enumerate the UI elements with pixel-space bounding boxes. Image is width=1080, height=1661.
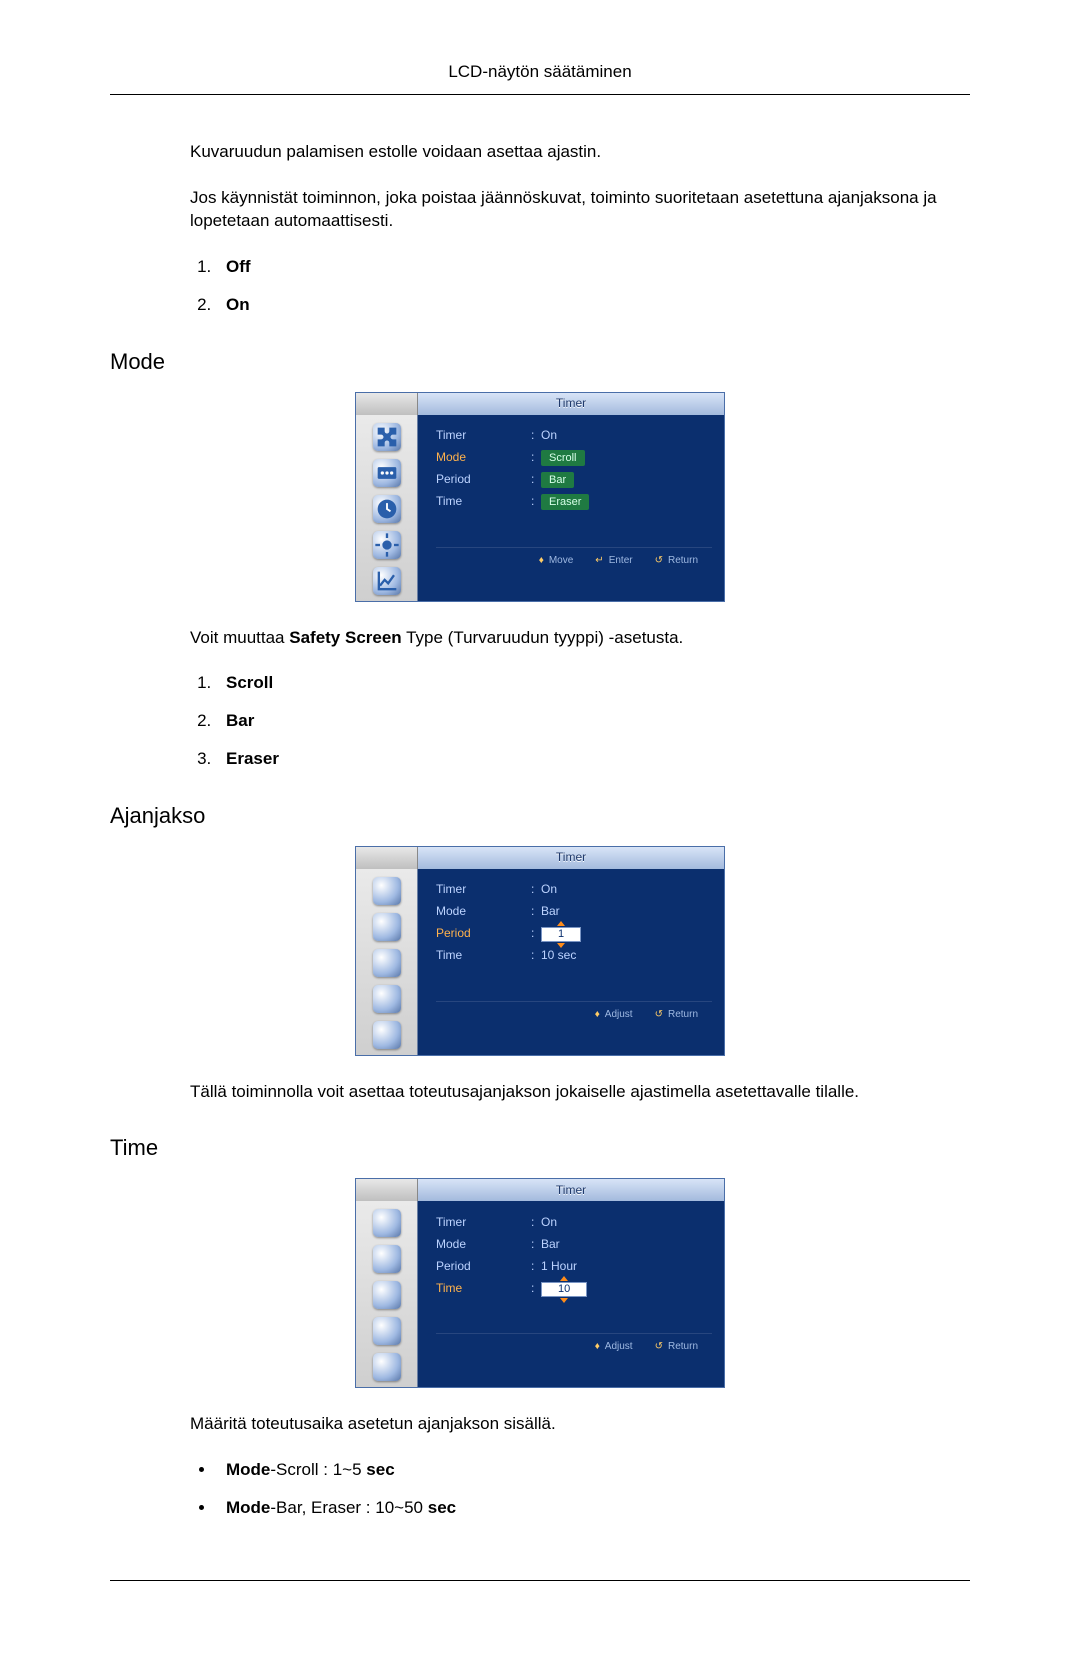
mode-osd-wrap: Timer Timer : On Mode : bbox=[110, 392, 970, 602]
intro-list: Off On bbox=[190, 255, 970, 317]
chevron-up-icon[interactable] bbox=[560, 1276, 568, 1281]
mode-list-item: Scroll bbox=[226, 673, 273, 692]
ajanjakso-after-para: Tällä toiminnolla voit asettaa toteutusa… bbox=[190, 1080, 970, 1104]
footer-return: Return bbox=[668, 1340, 698, 1354]
time-bullets: Mode-Scroll : 1~5 sec Mode-Bar, Eraser :… bbox=[190, 1458, 970, 1520]
time-heading: Time bbox=[110, 1133, 970, 1164]
intro-p1: Kuvaruudun palamisen estolle voidaan ase… bbox=[190, 140, 970, 164]
enter-icon: ↵ bbox=[595, 554, 603, 568]
osd-panel: Timer Timer : On Mode : bbox=[355, 392, 725, 602]
puzzle-icon[interactable] bbox=[373, 877, 401, 905]
osd-label-mode[interactable]: Mode bbox=[436, 449, 531, 466]
input-icon[interactable] bbox=[373, 459, 401, 487]
ajanjakso-heading: Ajanjakso bbox=[110, 801, 970, 832]
osd-sidebar bbox=[356, 415, 418, 601]
mode-list: Scroll Bar Eraser bbox=[190, 671, 970, 770]
footer-enter: Enter bbox=[609, 554, 633, 568]
time-spinner[interactable]: 10 bbox=[541, 1282, 587, 1297]
osd-footer: ♦ Move ↵ Enter ↺ Return bbox=[436, 547, 712, 576]
osd-value-mode: Bar bbox=[541, 903, 712, 920]
osd-label-timer: Timer bbox=[436, 1214, 531, 1231]
chart-icon[interactable] bbox=[373, 1353, 401, 1381]
mode-after-para: Voit muuttaa Safety Screen Type (Turvaru… bbox=[190, 626, 970, 650]
osd-label-timer: Timer bbox=[436, 881, 531, 898]
footer-adjust: Adjust bbox=[605, 1340, 633, 1354]
puzzle-icon[interactable] bbox=[373, 1209, 401, 1237]
return-icon: ↺ bbox=[655, 1008, 663, 1022]
mode-heading: Mode bbox=[110, 347, 970, 378]
osd-label-time: Time bbox=[436, 493, 531, 510]
input-icon[interactable] bbox=[373, 913, 401, 941]
osd-value-timer: On bbox=[541, 427, 712, 444]
osd-label-mode: Mode bbox=[436, 903, 531, 920]
return-icon: ↺ bbox=[655, 1340, 663, 1354]
clock-icon[interactable] bbox=[373, 949, 401, 977]
osd-label-period[interactable]: Period bbox=[436, 925, 531, 942]
mode-list-item: Eraser bbox=[226, 749, 279, 768]
gear-icon[interactable] bbox=[373, 531, 401, 559]
osd-panel: Timer Timer:On Mode:Bar Period: 1 bbox=[355, 846, 725, 1056]
footer-move: Move bbox=[549, 554, 573, 568]
osd-value-timer: On bbox=[541, 1214, 712, 1231]
osd-sidebar bbox=[356, 869, 418, 1055]
osd-value-time: 10 sec bbox=[541, 947, 712, 964]
osd-label-time: Time bbox=[436, 947, 531, 964]
period-spinner[interactable]: 1 bbox=[541, 927, 581, 942]
mode-list-item: Bar bbox=[226, 711, 254, 730]
osd-label-mode: Mode bbox=[436, 1236, 531, 1253]
chevron-up-icon[interactable] bbox=[557, 921, 565, 926]
osd-sidebar bbox=[356, 1201, 418, 1387]
ajanjakso-osd-wrap: Timer Timer:On Mode:Bar Period: 1 bbox=[110, 846, 970, 1056]
osd-title: Timer bbox=[418, 1179, 724, 1201]
clock-icon[interactable] bbox=[373, 1281, 401, 1309]
time-bullet-item: Mode-Scroll : 1~5 sec bbox=[216, 1458, 970, 1482]
chevron-down-icon[interactable] bbox=[560, 1298, 568, 1303]
bottom-rule bbox=[110, 1580, 970, 1581]
footer-return: Return bbox=[668, 1008, 698, 1022]
osd-label-period: Period bbox=[436, 1258, 531, 1275]
osd-titlebar: Timer bbox=[356, 393, 724, 415]
intro-list-item: On bbox=[226, 295, 250, 314]
osd-label-period: Period bbox=[436, 471, 531, 488]
osd-option-eraser[interactable]: Eraser bbox=[541, 494, 589, 510]
gear-icon[interactable] bbox=[373, 1317, 401, 1345]
chart-icon[interactable] bbox=[373, 567, 401, 595]
time-bullet-item: Mode-Bar, Eraser : 10~50 sec bbox=[216, 1496, 970, 1520]
time-after-para: Määritä toteutusaika asetetun ajanjakson… bbox=[190, 1412, 970, 1436]
updown-icon: ♦ bbox=[595, 1008, 600, 1022]
gear-icon[interactable] bbox=[373, 985, 401, 1013]
page-title: LCD-näytön säätäminen bbox=[110, 60, 970, 95]
time-osd-wrap: Timer Timer:On Mode:Bar Period:1 Hour Ti… bbox=[110, 1178, 970, 1388]
updown-icon: ♦ bbox=[595, 1340, 600, 1354]
chart-icon[interactable] bbox=[373, 1021, 401, 1049]
chevron-down-icon[interactable] bbox=[557, 943, 565, 948]
input-icon[interactable] bbox=[373, 1245, 401, 1273]
updown-icon: ♦ bbox=[539, 554, 544, 568]
clock-icon[interactable] bbox=[373, 495, 401, 523]
intro-p2: Jos käynnistät toiminnon, joka poistaa j… bbox=[190, 186, 970, 234]
footer-return: Return bbox=[668, 554, 698, 568]
footer-adjust: Adjust bbox=[605, 1008, 633, 1022]
body-content: Kuvaruudun palamisen estolle voidaan ase… bbox=[110, 140, 970, 317]
osd-value-period: 1 Hour bbox=[541, 1258, 712, 1275]
osd-label-time[interactable]: Time bbox=[436, 1280, 531, 1297]
osd-panel: Timer Timer:On Mode:Bar Period:1 Hour Ti… bbox=[355, 1178, 725, 1388]
puzzle-icon[interactable] bbox=[373, 423, 401, 451]
osd-option-scroll[interactable]: Scroll bbox=[541, 450, 585, 466]
osd-value-timer: On bbox=[541, 881, 712, 898]
osd-title: Timer bbox=[418, 393, 724, 415]
osd-label-timer: Timer bbox=[436, 427, 531, 444]
osd-main: Timer : On Mode : Scroll Period : Bar bbox=[418, 415, 724, 601]
osd-value-mode: Bar bbox=[541, 1236, 712, 1253]
return-icon: ↺ bbox=[655, 554, 663, 568]
osd-option-bar[interactable]: Bar bbox=[541, 472, 574, 488]
osd-title: Timer bbox=[418, 847, 724, 869]
intro-list-item: Off bbox=[226, 257, 251, 276]
